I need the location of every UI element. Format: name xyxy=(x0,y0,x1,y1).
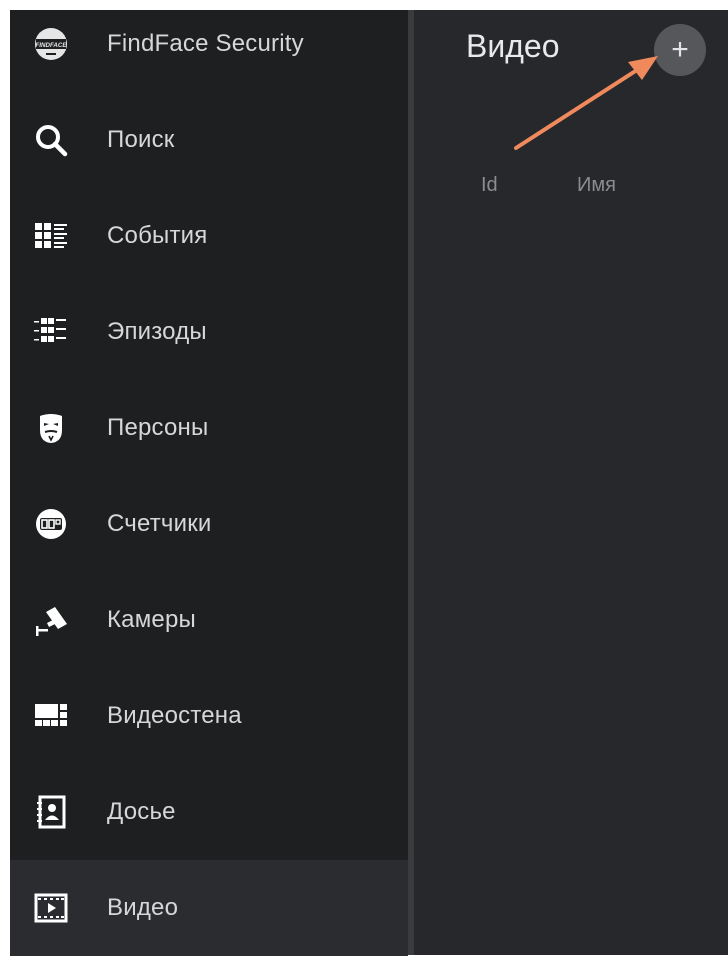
sidebar-item-label: События xyxy=(107,222,208,249)
search-icon xyxy=(32,121,70,159)
sidebar-item-episodes[interactable]: Эпизоды xyxy=(10,284,408,380)
plus-icon: + xyxy=(671,33,689,66)
persons-mask-icon xyxy=(32,409,70,447)
sidebar-item-persons[interactable]: Персоны xyxy=(10,380,408,476)
sidebar-item-label: Персоны xyxy=(107,414,209,441)
sidebar-item-search[interactable]: Поиск xyxy=(10,92,408,188)
videowall-icon xyxy=(32,697,70,735)
sidebar-item-video[interactable]: Видео xyxy=(10,860,408,956)
sidebar-item-findface-security[interactable]: FINDFACE FindFace Security xyxy=(10,0,408,92)
episodes-icon xyxy=(32,313,70,351)
sidebar-item-label: FindFace Security xyxy=(107,30,304,57)
sidebar-item-cameras[interactable]: Камеры xyxy=(10,572,408,668)
camera-icon xyxy=(32,601,70,639)
sidebar: FINDFACE FindFace Security Поиск События… xyxy=(10,10,408,956)
events-list-icon xyxy=(32,217,70,255)
column-header-name[interactable]: Имя xyxy=(577,174,616,197)
findface-logo-icon: FINDFACE xyxy=(32,25,70,63)
sidebar-item-label: Видео xyxy=(107,894,179,921)
video-film-icon xyxy=(32,889,70,927)
sidebar-item-videowall[interactable]: Видеостена xyxy=(10,668,408,764)
column-header-id[interactable]: Id xyxy=(481,174,498,197)
sidebar-item-label: Камеры xyxy=(107,606,196,633)
sidebar-item-label: Эпизоды xyxy=(107,318,207,345)
main-panel: Видео + Id Имя xyxy=(414,10,728,955)
sidebar-item-dossier[interactable]: Досье xyxy=(10,764,408,860)
sidebar-item-events[interactable]: События xyxy=(10,188,408,284)
counter-icon xyxy=(32,505,70,543)
dossier-icon xyxy=(32,793,70,831)
sidebar-item-counters[interactable]: Счетчики xyxy=(10,476,408,572)
sidebar-item-label: Досье xyxy=(107,798,176,825)
svg-text:FINDFACE: FINDFACE xyxy=(36,42,68,49)
page-title: Видео xyxy=(466,28,560,64)
sidebar-item-label: Поиск xyxy=(107,126,175,153)
sidebar-item-label: Видеостена xyxy=(107,702,242,729)
add-video-button[interactable]: + xyxy=(654,24,706,76)
sidebar-item-label: Счетчики xyxy=(107,510,212,537)
